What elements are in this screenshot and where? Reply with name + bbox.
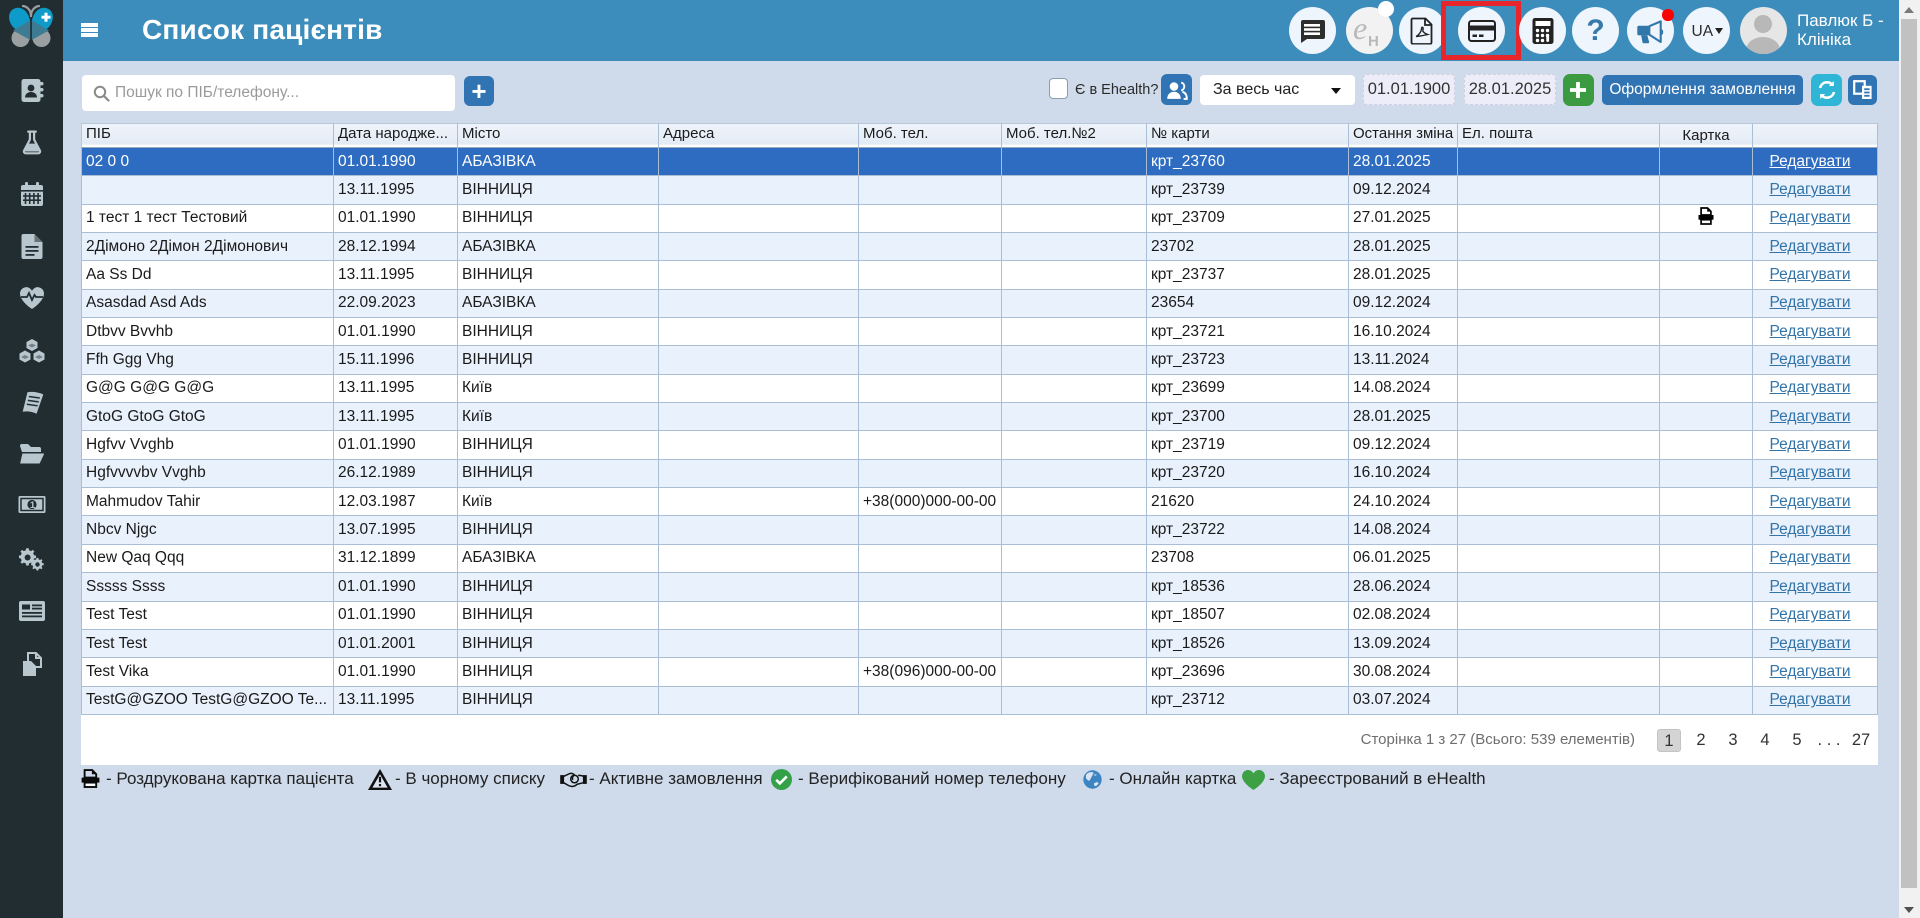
svg-text:H: H [1368,33,1379,49]
svg-text:1: 1 [29,500,35,511]
svg-text:e: e [1353,13,1367,46]
